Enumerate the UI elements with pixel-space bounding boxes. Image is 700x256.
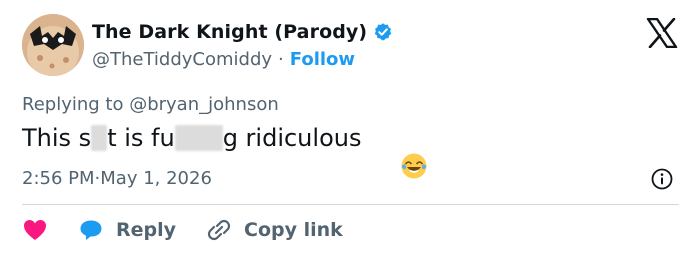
reply-label: Reply [116,219,177,241]
divider [22,204,679,205]
info-icon[interactable] [651,168,673,190]
like-button[interactable] [22,218,48,242]
face-with-tears-of-joy-icon [369,124,427,179]
replying-to-line: Replying to @bryan_johnson [22,94,279,115]
reply-to-handle[interactable]: @bryan_johnson [129,94,279,115]
handle-separator: · [278,49,284,70]
censor-blur-1 [91,125,108,151]
tweet-text-part-2: t is fu [107,124,175,152]
reply-bubble-icon [78,218,104,242]
tweet-timestamp[interactable]: 2:56 PM · May 1, 2026 [22,168,212,189]
verified-badge-icon [373,22,393,42]
author-display-name[interactable]: The Dark Knight (Parody) [92,21,367,43]
link-icon [206,218,232,242]
author-handle[interactable]: @TheTiddyComiddy [92,49,272,70]
tweet-text: This s t is fu g ridiculous [22,124,427,179]
tweet-text-part-1: This s [22,124,92,152]
follow-button[interactable]: Follow [290,49,355,70]
replying-to-prefix: Replying to [22,94,130,115]
tweet-date: May 1, 2026 [100,168,212,189]
tweet-text-part-3: g ridiculous [222,124,362,152]
author-handle-row: @TheTiddyComiddy · Follow [92,49,355,70]
censor-blur-2 [174,125,223,151]
tweet-time: 2:56 PM [22,168,95,189]
heart-icon [22,218,48,242]
x-logo-icon[interactable] [646,17,678,49]
copy-link-label: Copy link [244,219,343,241]
author-name-row: The Dark Knight (Parody) [92,21,393,43]
reply-button[interactable]: Reply [78,218,176,242]
avatar[interactable] [22,14,84,76]
copy-link-button[interactable]: Copy link [206,218,343,242]
tweet-actions: Reply Copy link [22,216,373,244]
